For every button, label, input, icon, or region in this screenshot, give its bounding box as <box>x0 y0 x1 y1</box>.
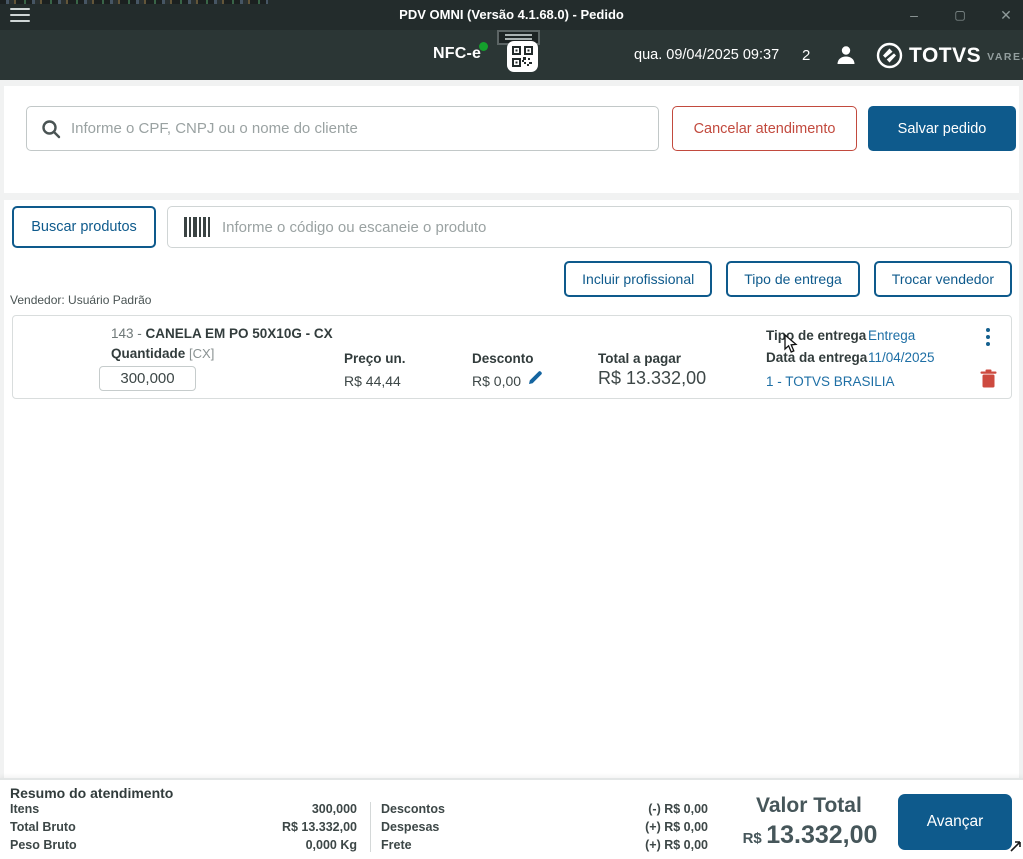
barcode-icon <box>184 217 210 237</box>
barcode-search-box <box>167 206 1012 248</box>
grand-total-value: R$ 13.332,00 <box>740 821 880 850</box>
client-search-input[interactable] <box>71 120 658 137</box>
delivery-type-link[interactable]: Entrega <box>868 328 915 343</box>
items-value: 300,000 <box>311 802 357 816</box>
minimize-button[interactable]: – <box>905 8 923 22</box>
freight-label: Frete <box>381 838 412 852</box>
expenses-value: (+) R$ 0,00 <box>645 820 708 834</box>
client-section: Cancelar atendimento Salvar pedido <box>4 86 1019 193</box>
change-seller-button[interactable]: Trocar vendedor <box>873 261 1012 297</box>
freight-value: (+) R$ 0,00 <box>645 838 708 852</box>
totvs-logo: TOTVS VAREJO <box>876 42 1023 69</box>
nfce-online-dot <box>479 42 489 51</box>
delivery-date-label: Data da entrega <box>766 350 868 365</box>
product-row: 143 - CANELA EM PO 50X10G - CX Quantidad… <box>12 315 1012 399</box>
qr-code-icon[interactable] <box>507 41 538 72</box>
datetime-label: qua. 09/04/2025 09:37 <box>634 47 780 63</box>
unit-price-label: Preço un. <box>344 351 406 366</box>
products-section: Buscar produtos Incluir profissional Tip… <box>4 200 1019 778</box>
line-total-value: R$ 13.332,00 <box>598 368 707 388</box>
window-title: PDV OMNI (Versão 4.1.68.0) - Pedido <box>399 7 624 22</box>
quantity-label: Quantidade [CX] <box>111 346 215 361</box>
row-menu-icon[interactable] <box>981 325 995 349</box>
unit-tag: [CX] <box>189 346 215 361</box>
discounts-value: (-) R$ 0,00 <box>648 802 708 816</box>
discount-label: Desconto <box>472 351 534 366</box>
order-action-buttons: Incluir profissional Tipo de entrega Tro… <box>564 261 1012 297</box>
product-title: 143 - CANELA EM PO 50X10G - CX <box>111 326 333 341</box>
nfce-status: NFC-e <box>433 42 489 63</box>
discounts-label: Descontos <box>381 802 445 816</box>
quantity-input[interactable] <box>99 366 196 391</box>
search-icon <box>42 119 61 138</box>
background-window-edge <box>0 0 268 4</box>
grand-total-number: 13.332,00 <box>766 821 878 849</box>
unit-price-value: R$ 44,44 <box>344 373 401 389</box>
delete-item-icon[interactable] <box>980 369 997 393</box>
discount-value: R$ 0,00 <box>472 373 522 389</box>
gross-weight-value: 0,000 Kg <box>305 838 357 852</box>
delivery-type-button[interactable]: Tipo de entrega <box>726 261 860 297</box>
delivery-date-link[interactable]: 11/04/2025 <box>868 350 935 365</box>
save-order-button[interactable]: Salvar pedido <box>868 106 1016 151</box>
cancel-service-button[interactable]: Cancelar atendimento <box>672 106 857 151</box>
store-link[interactable]: 1 - TOTVS BRASILIA <box>766 374 895 389</box>
title-bar: PDV OMNI (Versão 4.1.68.0) - Pedido – ▢ … <box>0 0 1023 30</box>
product-code: 143 - <box>111 326 146 341</box>
product-name: CANELA EM PO 50X10G - CX <box>145 326 333 341</box>
delivery-type-label: Tipo de entrega <box>766 328 867 343</box>
close-button[interactable]: ✕ <box>997 8 1015 22</box>
counter-badge: 2 <box>802 47 811 64</box>
seller-label: Vendedor: Usuário Padrão <box>10 293 152 307</box>
summary-divider <box>370 802 371 852</box>
grand-total-label: Valor Total <box>756 794 862 817</box>
gross-weight-label: Peso Bruto <box>10 838 77 852</box>
grand-total-currency: R$ <box>742 830 762 847</box>
gross-total-value: R$ 13.332,00 <box>281 820 357 834</box>
app-header: NFC-e qua. 09/04/2025 09:37 2 TOTVS VARE… <box>0 30 1023 80</box>
edit-discount-icon[interactable] <box>527 369 544 391</box>
include-professional-button[interactable]: Incluir profissional <box>564 261 713 297</box>
expenses-label: Despesas <box>381 820 440 834</box>
user-icon[interactable] <box>835 44 857 71</box>
brand-name: TOTVS <box>909 43 982 67</box>
resize-grip-icon[interactable] <box>1009 840 1022 858</box>
total-label: Total a pagar <box>598 351 682 366</box>
barcode-input[interactable] <box>222 218 1011 236</box>
advance-button[interactable]: Avançar <box>898 794 1012 850</box>
client-search-box <box>26 106 659 151</box>
summary-title: Resumo do atendimento <box>10 785 174 801</box>
totvs-logo-icon <box>876 42 903 69</box>
brand-suffix: VAREJO <box>987 51 1023 63</box>
search-products-button[interactable]: Buscar produtos <box>12 206 156 248</box>
items-label: Itens <box>10 802 40 816</box>
maximize-button[interactable]: ▢ <box>951 9 969 21</box>
summary-bar: Resumo do atendimento Itens 300,000 Tota… <box>0 778 1023 859</box>
gross-total-label: Total Bruto <box>10 820 76 834</box>
